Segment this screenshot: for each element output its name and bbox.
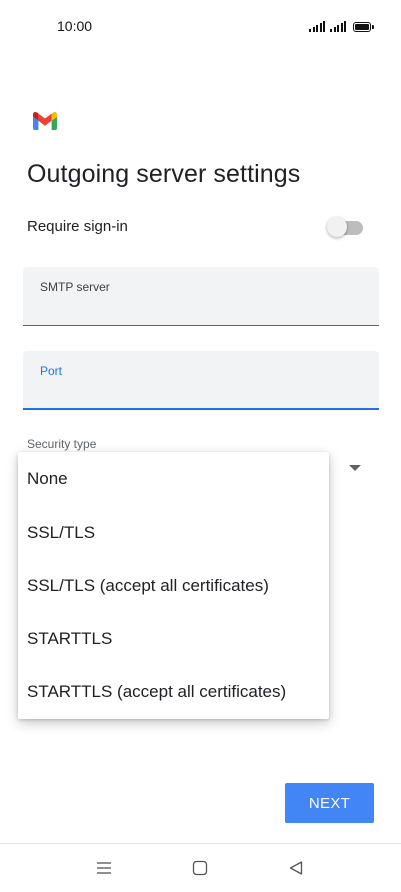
security-type-dropdown-menu: None SSL/TLS SSL/TLS (accept all certifi… [18, 452, 329, 719]
menu-item-none[interactable]: None [18, 452, 329, 505]
require-signin-toggle[interactable] [327, 217, 363, 237]
signal-icon [330, 21, 346, 32]
port-label: Port [40, 364, 63, 378]
menu-item-ssl-tls-accept-all[interactable]: SSL/TLS (accept all certificates) [18, 559, 329, 612]
screen: 10:00 Outgoing server settings Require s… [0, 0, 401, 892]
dropdown-arrow-icon[interactable] [349, 465, 361, 471]
toggle-thumb [327, 217, 347, 237]
menu-icon[interactable] [92, 858, 116, 878]
navigation-bar [0, 843, 401, 892]
menu-item-ssl-tls[interactable]: SSL/TLS [18, 506, 329, 559]
signal-icon [309, 21, 325, 32]
page-title: Outgoing server settings [27, 160, 301, 188]
port-input[interactable] [39, 383, 359, 399]
menu-item-starttls-accept-all[interactable]: STARTTLS (accept all certificates) [18, 665, 329, 718]
status-bar: 10:00 [0, 0, 401, 56]
status-icons [309, 18, 374, 32]
security-type-label: Security type [27, 437, 97, 451]
smtp-server-label: SMTP server [40, 280, 110, 294]
battery-icon [353, 22, 374, 32]
port-field[interactable]: Port [23, 351, 379, 410]
smtp-server-field[interactable]: SMTP server [23, 267, 379, 326]
smtp-server-input[interactable] [39, 299, 359, 315]
gmail-logo [33, 112, 57, 130]
status-time: 10:00 [57, 18, 93, 34]
home-icon[interactable] [188, 858, 212, 878]
require-signin-label: Require sign-in [27, 218, 128, 235]
require-signin-row: Require sign-in [27, 214, 363, 242]
next-button[interactable]: NEXT [285, 783, 374, 823]
menu-item-starttls[interactable]: STARTTLS [18, 612, 329, 665]
back-icon[interactable] [284, 858, 308, 878]
